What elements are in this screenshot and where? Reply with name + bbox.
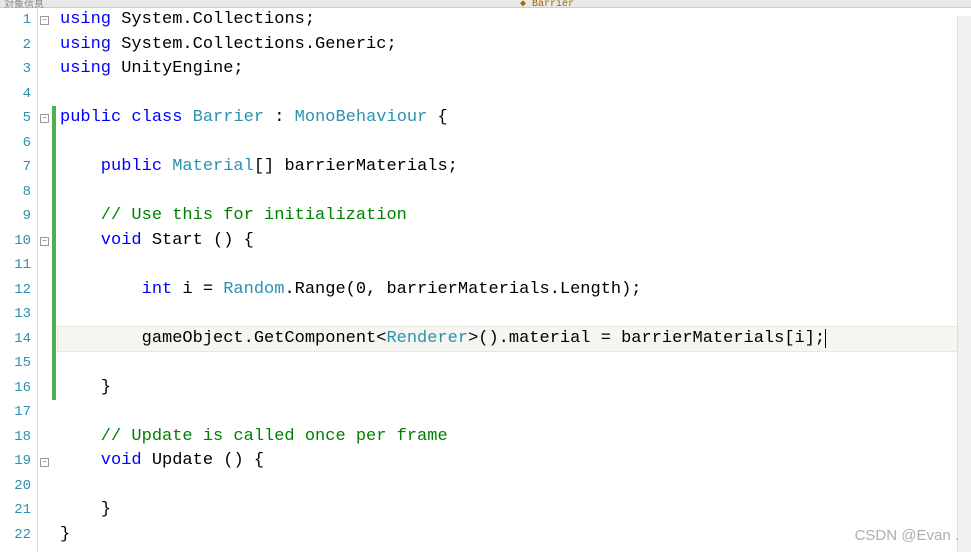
line-number: 7 — [0, 155, 31, 180]
keyword: int — [60, 280, 172, 299]
comment: // Use this for initialization — [60, 206, 407, 225]
code-content[interactable]: using System.Collections; using System.C… — [58, 8, 971, 552]
line-number: 11 — [0, 253, 31, 278]
code-text: : — [264, 108, 295, 127]
text-cursor — [825, 329, 826, 348]
code-text: >().material = barrierMaterials[i]; — [468, 329, 825, 348]
code-text: () { — [213, 451, 264, 470]
code-text: } — [60, 525, 70, 544]
fold-toggle[interactable]: − — [40, 16, 49, 25]
code-text: () { — [203, 231, 254, 250]
code-text: System.Collections.Generic; — [111, 35, 397, 54]
watermark: CSDN @Evan . — [855, 527, 959, 544]
type-name: Random — [223, 280, 284, 299]
fold-toggle[interactable]: − — [40, 237, 49, 246]
code-text: .Range(0, barrierMaterials.Length); — [284, 280, 641, 299]
keyword: using — [60, 35, 111, 54]
line-number: 3 — [0, 57, 31, 82]
keyword: public — [60, 157, 172, 176]
line-number: 5 — [0, 106, 31, 131]
code-text: [] barrierMaterials; — [254, 157, 458, 176]
line-number: 9 — [0, 204, 31, 229]
change-marker — [52, 106, 56, 400]
type-name: Material — [172, 157, 254, 176]
code-text: { — [427, 108, 447, 127]
keyword: using — [60, 59, 111, 78]
line-number: 12 — [0, 278, 31, 303]
current-line: gameObject.GetComponent<Renderer>().mate… — [58, 327, 971, 352]
line-number: 1 — [0, 8, 31, 33]
line-number: 16 — [0, 376, 31, 401]
type-name: Renderer — [386, 329, 468, 348]
line-number: 17 — [0, 400, 31, 425]
line-number: 13 — [0, 302, 31, 327]
fold-toggle[interactable]: − — [40, 458, 49, 467]
keyword: public — [60, 108, 121, 127]
code-text: gameObject.GetComponent< — [60, 329, 386, 348]
keyword: void — [60, 231, 142, 250]
line-number: 4 — [0, 82, 31, 107]
top-toolbar: 对象信息 — [0, 0, 971, 8]
code-text: System.Collections; — [111, 10, 315, 29]
line-number: 21 — [0, 498, 31, 523]
code-text: i = — [172, 280, 223, 299]
keyword: void — [60, 451, 142, 470]
code-text: } — [60, 500, 111, 519]
line-number: 18 — [0, 425, 31, 450]
class-name: Barrier — [193, 108, 264, 127]
method-name: Update — [142, 451, 213, 470]
line-number: 19 — [0, 449, 31, 474]
keyword: using — [60, 10, 111, 29]
code-text: } — [60, 378, 111, 397]
line-number: 22 — [0, 523, 31, 548]
comment: // Update is called once per frame — [60, 427, 448, 446]
code-text: UnityEngine; — [111, 59, 244, 78]
fold-column: − − − − — [38, 8, 52, 552]
line-number: 14 — [0, 327, 31, 352]
line-number: 20 — [0, 474, 31, 499]
line-number-gutter: 1 2 3 4 5 6 7 8 9 10 11 12 13 14 15 16 1… — [0, 8, 38, 552]
line-number: 6 — [0, 131, 31, 156]
line-number: 2 — [0, 33, 31, 58]
line-number: 10 — [0, 229, 31, 254]
line-number: 15 — [0, 351, 31, 376]
method-name: Start — [142, 231, 203, 250]
code-editor[interactable]: 1 2 3 4 5 6 7 8 9 10 11 12 13 14 15 16 1… — [0, 8, 971, 552]
class-name: MonoBehaviour — [295, 108, 428, 127]
fold-toggle[interactable]: − — [40, 114, 49, 123]
keyword: class — [121, 108, 192, 127]
line-number: 8 — [0, 180, 31, 205]
vertical-scrollbar[interactable] — [957, 16, 971, 552]
